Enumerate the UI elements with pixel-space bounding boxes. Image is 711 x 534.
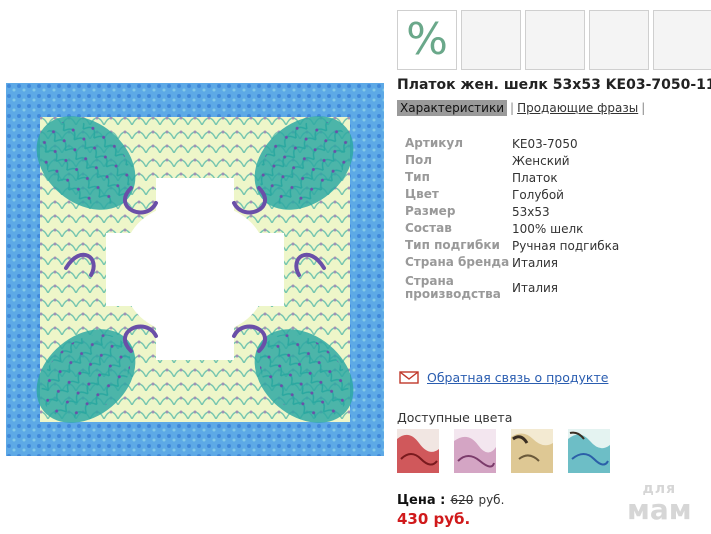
spec-row: Тип Платок	[405, 169, 619, 186]
color-swatch-red[interactable]	[397, 429, 439, 473]
spec-value: Ручная подгибка	[512, 238, 620, 253]
spec-value: Италия	[512, 281, 559, 295]
spec-row: Размер 53x53	[405, 203, 619, 220]
old-price: 620	[450, 493, 474, 507]
thumbnail-strip: %	[397, 10, 711, 70]
percent-icon: %	[406, 14, 448, 65]
spec-value: 100% шелк	[512, 221, 584, 236]
thumbnail-empty[interactable]	[525, 10, 585, 70]
spec-row: Страна бренда Италия	[405, 254, 619, 271]
spec-value: KE03-7050	[512, 136, 578, 151]
thumbnail-empty[interactable]	[589, 10, 649, 70]
spec-key: Цвет	[405, 187, 439, 201]
watermark-line-2: мам	[627, 493, 692, 526]
specifications-table: Артикул KE03-7050 Пол Женский Тип Платок…	[405, 135, 619, 305]
feedback-link[interactable]: Обратная связь о продукте	[427, 370, 608, 385]
color-swatch-beige[interactable]	[511, 429, 553, 473]
thumbnail-empty[interactable]	[461, 10, 521, 70]
spec-value: Женский	[512, 153, 570, 168]
spec-row: Тип подгибки Ручная подгибка	[405, 237, 619, 254]
product-image[interactable]	[6, 83, 384, 456]
tab-separator: |	[641, 101, 646, 115]
spec-key: Пол	[405, 153, 433, 167]
new-price: 430 руб.	[397, 510, 471, 528]
product-title: Платок жен. шелк 53x53 KE03-7050-11	[397, 77, 711, 93]
spec-key: Размер	[405, 204, 456, 218]
thumbnail-empty[interactable]	[653, 10, 711, 70]
spec-key: Тип подгибки	[405, 238, 500, 252]
product-tabs: Характеристики | Продающие фразы |	[397, 100, 648, 116]
spec-row: Цвет Голубой	[405, 186, 619, 203]
spec-row: Пол Женский	[405, 152, 619, 169]
color-swatch-pink[interactable]	[454, 429, 496, 473]
spec-key: Артикул	[405, 136, 463, 150]
spec-value: 53x53	[512, 204, 550, 219]
spec-value: Италия	[512, 255, 559, 270]
spec-row: Артикул KE03-7050	[405, 135, 619, 152]
spec-row: Страна производства Италия	[405, 271, 619, 305]
spec-key: Состав	[405, 221, 452, 235]
tab-separator: |	[510, 101, 515, 115]
color-swatches	[397, 429, 610, 473]
thumbnail-discount[interactable]: %	[397, 10, 457, 70]
spec-row: Состав 100% шелк	[405, 220, 619, 237]
spec-key: Страна производства	[405, 274, 501, 301]
spec-value: Голубой	[512, 187, 564, 202]
color-swatch-blue[interactable]	[568, 429, 610, 473]
feedback-link-row: Обратная связь о продукте	[399, 370, 608, 385]
spec-key: Тип	[405, 170, 430, 184]
envelope-icon	[399, 371, 419, 384]
price-label: Цена :	[397, 493, 446, 508]
tab-characteristics[interactable]: Характеристики	[397, 100, 508, 116]
tab-selling-phrases[interactable]: Продающие фразы	[517, 101, 638, 115]
old-price-currency: руб.	[478, 493, 505, 507]
spec-value: Платок	[512, 170, 558, 185]
price-block: Цена : 620 руб. 430 руб.	[397, 489, 504, 528]
site-watermark: для мам	[627, 482, 692, 524]
available-colors-label: Доступные цвета	[397, 410, 513, 425]
spec-key: Страна бренда	[405, 255, 510, 269]
